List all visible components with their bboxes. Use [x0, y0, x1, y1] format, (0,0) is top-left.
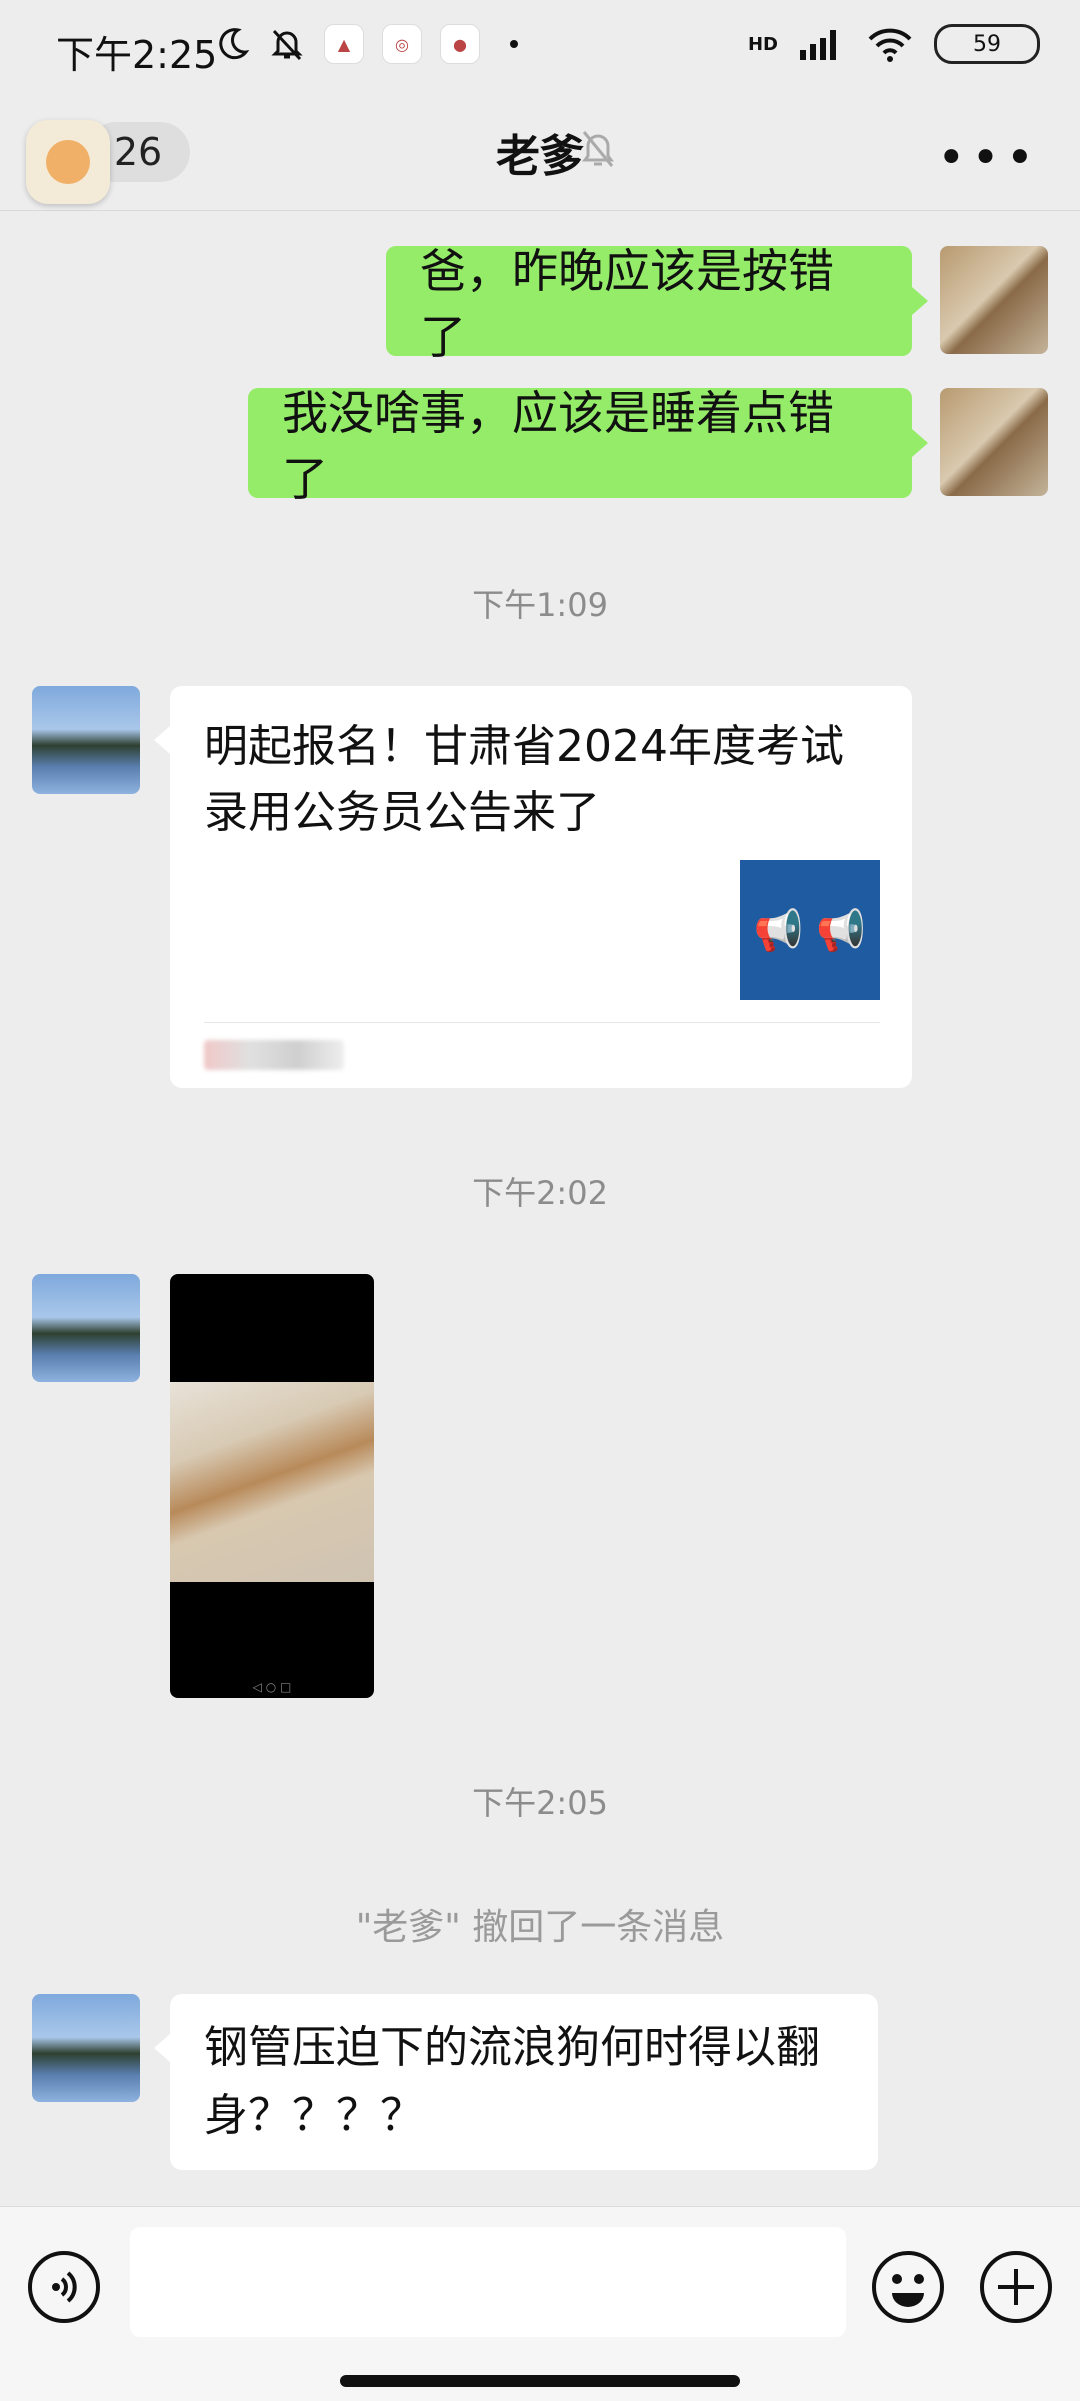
voice-icon[interactable] [26, 2249, 102, 2325]
message-text: 钢管压迫下的流浪狗何时得以翻身？？？？ [204, 2022, 820, 2141]
emoji-icon[interactable] [870, 2249, 946, 2325]
status-notification-icons: ▲ ◎ ● [214, 24, 518, 64]
contact-avatar[interactable] [32, 1274, 140, 1382]
article-title: 明起报名！甘肃省2024年度考试录用公务员公告来了 [204, 721, 844, 838]
app-notification-icon: ● [440, 24, 480, 64]
article-source-blurred [204, 1040, 344, 1070]
input-bar [0, 2206, 1080, 2401]
chat-header: 26 老爹 ••• [0, 100, 1080, 211]
app-notification-icon: ◎ [382, 24, 422, 64]
chat-title: 老爹 [496, 131, 584, 182]
article-thumbnail: 📢 📢 [740, 860, 880, 1000]
screenshot-nav-bar: ◁ ○ □ [252, 1680, 292, 1694]
bubble-tail [154, 726, 170, 754]
status-right-group: HD 59 [748, 24, 1040, 64]
more-options-button[interactable]: ••• [937, 130, 1040, 186]
bubble-tail [912, 287, 928, 315]
sent-message-bubble[interactable]: 我没啥事，应该是睡着点错了 [248, 386, 912, 506]
contact-avatar[interactable] [32, 1994, 140, 2102]
home-indicator[interactable] [340, 2375, 740, 2387]
sent-message-bubble[interactable]: 爸，昨晚应该是按错了 [386, 244, 912, 364]
recall-notice: "老爹" 撤回了一条消息 [355, 1907, 725, 1948]
message-input[interactable] [130, 2227, 846, 2337]
app-notification-icon: ▲ [324, 24, 364, 64]
signal-icon [800, 30, 836, 60]
my-avatar[interactable] [940, 388, 1048, 496]
moon-icon [219, 28, 250, 60]
article-divider [204, 1022, 880, 1023]
timestamp: 下午2:05 [472, 1784, 608, 1822]
wifi-icon [868, 28, 912, 62]
bell-off-icon [582, 131, 614, 167]
dot-icon [510, 40, 518, 48]
timestamp: 下午2:02 [472, 1174, 608, 1212]
network-type: HD [747, 33, 778, 55]
contact-avatar[interactable] [32, 686, 140, 794]
status-time: 下午2:25 [56, 33, 218, 77]
megaphone-icon: 📢 📢 [753, 907, 867, 954]
article-card[interactable]: 明起报名！甘肃省2024年度考试录用公务员公告来了 📢 📢 [170, 686, 912, 1088]
floating-mini-program-icon[interactable] [26, 120, 110, 204]
message-text: 爸，昨晚应该是按错了 [420, 244, 834, 364]
bubble-tail [912, 429, 928, 457]
received-image-screenshot[interactable]: ◁ ○ □ [170, 1274, 374, 1698]
battery-indicator: 59 [934, 24, 1040, 64]
battery-level: 59 [973, 31, 1001, 57]
status-bar: 下午2:25 ▲ ◎ ● HD 59 [0, 0, 1080, 100]
plus-icon[interactable] [978, 2249, 1054, 2325]
received-message-bubble[interactable]: 钢管压迫下的流浪狗何时得以翻身？？？？ [170, 1994, 878, 2170]
screenshot-photo [170, 1382, 374, 1582]
bell-off-status-icon [271, 29, 303, 61]
message-text: 我没啥事，应该是睡着点错了 [282, 386, 834, 506]
my-avatar[interactable] [940, 246, 1048, 354]
bubble-tail [154, 2034, 170, 2062]
timestamp: 下午1:09 [472, 586, 608, 624]
